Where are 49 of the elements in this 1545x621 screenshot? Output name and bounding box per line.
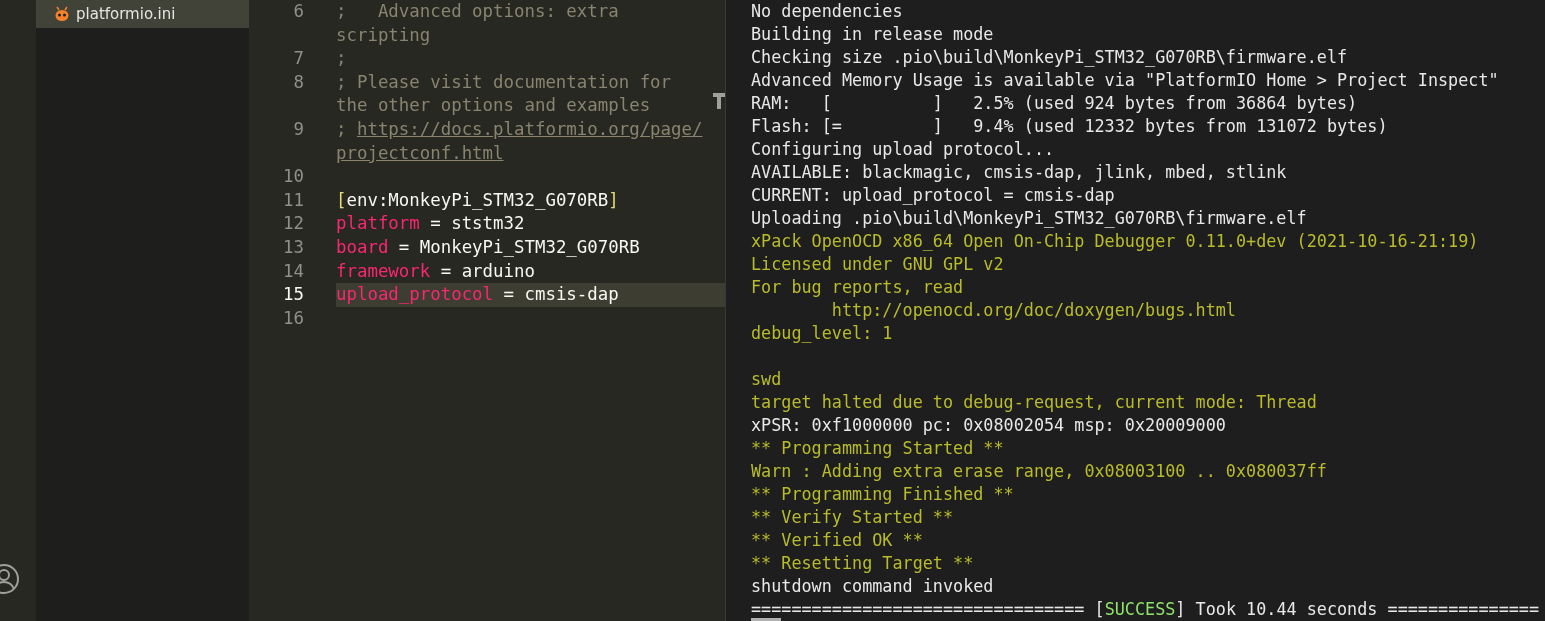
- code-line: ; Advanced options: extra scripting: [336, 0, 620, 47]
- terminal-line: AVAILABLE: blackmagic, cmsis-dap, jlink, mbed, stlink: [751, 162, 1287, 182]
- terminal-line: xPack OpenOCD x86_64 Open On-Chip Debugger 0.11.0+dev (2021-10-16-21:19): [751, 231, 1479, 251]
- code-line: [env:MonkeyPi_STM32_G070RB]: [336, 188, 620, 212]
- code-line: platform = ststm32: [336, 212, 526, 236]
- terminal-line: RAM: [ ] 2.5% (used 924 bytes from 36864 bytes): [751, 93, 1358, 113]
- code-line: ;: [336, 47, 348, 71]
- line-number: 11: [282, 188, 304, 212]
- terminal-line: debug_level: 1: [751, 323, 893, 343]
- terminal-line: shutdown command invoked: [751, 576, 994, 596]
- code-line: ; https://docs.platformio.org/page/projectconf.html: [336, 117, 704, 165]
- text-cursor-icon: [713, 92, 725, 108]
- code-line: framework = arduino: [336, 259, 536, 283]
- terminal-line: Warn : Adding extra erase range, 0x08003100 .. 0x080037ff: [751, 461, 1327, 481]
- line-number: 10: [282, 165, 304, 189]
- line-number: 14: [282, 259, 304, 283]
- alien-head-icon: [54, 6, 70, 22]
- terminal-line: Licensed under GNU GPL v2: [751, 254, 1004, 274]
- terminal-line: No dependencies: [751, 1, 903, 21]
- line-number: 15: [282, 283, 304, 307]
- terminal-line: xPSR: 0xf1000000 pc: 0x08002054 msp: 0x20009000: [751, 415, 1226, 435]
- terminal-line: ** Verify Started **: [751, 507, 954, 527]
- terminal-line: ** Programming Started **: [751, 438, 1004, 458]
- terminal-line: ================================= [SUCCESS] Took 10.44 seconds ===============: [751, 599, 1540, 619]
- terminal-line: http://openocd.org/doc/doxygen/bugs.html: [830, 300, 1236, 320]
- terminal-line: ** Resetting Target **: [751, 553, 974, 573]
- terminal-cursor: [751, 618, 781, 621]
- code-line: board = MonkeyPi_STM32_G070RB: [336, 235, 641, 259]
- line-number: 12: [282, 212, 304, 236]
- terminal-line: Configuring upload protocol...: [751, 139, 1055, 159]
- terminal-line: ** Verified OK **: [751, 530, 923, 550]
- code-line: upload_protocol = cmsis-dap: [336, 283, 620, 307]
- line-number: 8: [292, 70, 304, 94]
- terminal-line: CURRENT: upload_protocol = cmsis-dap: [751, 185, 1115, 205]
- terminal-line: ** Programming Finished **: [751, 484, 1014, 504]
- terminal-line: Uploading .pio\build\MonkeyPi_STM32_G070RB\firmware.elf: [751, 208, 1307, 228]
- terminal-line: target halted due to debug-request, current mode: Thread: [751, 392, 1317, 412]
- line-number: 9: [292, 117, 304, 141]
- terminal-line: Advanced Memory Usage is available via "PlatformIO Home > Project Inspect": [751, 70, 1499, 90]
- line-number: 6: [292, 0, 304, 23]
- line-number: 7: [292, 47, 304, 71]
- terminal-line: Checking size .pio\build\MonkeyPi_STM32_G070RB\firmware.elf: [751, 47, 1348, 67]
- terminal-line: Flash: [= ] 9.4% (used 12332 bytes from 131072 bytes): [751, 116, 1388, 136]
- line-number: 16: [282, 306, 304, 330]
- line-number: 13: [282, 235, 304, 259]
- file-item[interactable]: platformio.ini: [36, 0, 249, 28]
- terminal-line: swd: [751, 369, 782, 389]
- terminal-line: For bug reports, read: [751, 277, 964, 297]
- terminal-line: Building in release mode: [751, 24, 994, 44]
